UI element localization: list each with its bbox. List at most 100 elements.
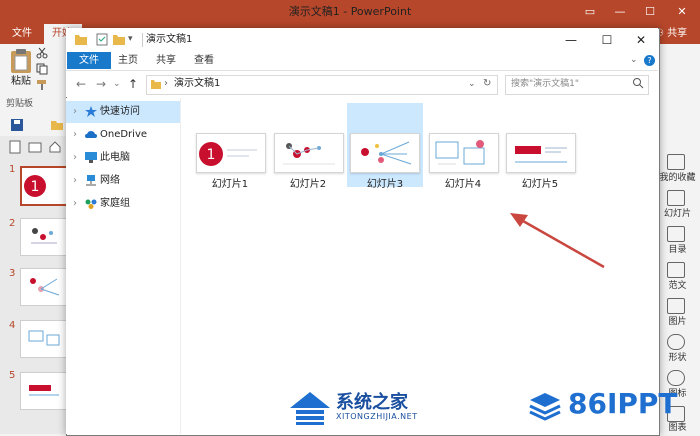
file-name: 幻灯片1 <box>211 179 249 190</box>
open-folder-icon[interactable] <box>50 118 64 132</box>
up-arrow-icon[interactable]: ↑ <box>128 71 138 97</box>
ribbon-expand-icon[interactable]: ⌄ <box>630 52 642 69</box>
file-item-slide-1[interactable]: 1 幻灯片1 <box>193 103 267 190</box>
outline-view-icon[interactable] <box>8 140 22 160</box>
expand-chevron-icon[interactable]: › <box>73 101 77 123</box>
ppt-close-button[interactable]: ✕ <box>667 0 697 24</box>
slides-icon[interactable] <box>667 190 685 206</box>
cut-icon[interactable] <box>36 47 48 59</box>
copy-icon[interactable] <box>36 63 48 75</box>
pane-item-templates[interactable]: 范文 <box>655 278 700 291</box>
address-dropdown-icon[interactable]: ⌄ <box>468 75 476 93</box>
annotation-arrow <box>510 213 605 269</box>
nav-item-network[interactable]: › 网络 <box>66 170 180 192</box>
new-folder-icon[interactable] <box>112 33 126 46</box>
nav-label: OneDrive <box>100 129 148 140</box>
file-name: 幻灯片2 <box>289 179 327 190</box>
explorer-close-button[interactable]: ✕ <box>624 28 658 52</box>
expand-chevron-icon[interactable]: › <box>73 124 77 146</box>
slide-number: 3 <box>9 268 16 279</box>
expand-chevron-icon[interactable]: › <box>73 147 77 169</box>
properties-icon[interactable] <box>96 33 108 46</box>
slide-thumbnail-1[interactable]: 1 <box>20 166 70 206</box>
watermark-86ippt: 86IPPT <box>528 385 698 425</box>
customize-toolbar-icon[interactable]: ▾ <box>128 33 138 46</box>
ppt-maximize-button[interactable]: ☐ <box>635 0 665 24</box>
explorer-tab-view[interactable]: 查看 <box>194 52 214 69</box>
pin-icon <box>85 106 97 117</box>
breadcrumb-chevron-icon[interactable]: › <box>164 75 168 93</box>
template-icon[interactable] <box>667 262 685 278</box>
explorer-tab-file[interactable]: 文件 <box>67 52 111 69</box>
shape-icon[interactable] <box>667 334 685 350</box>
format-painter-icon[interactable] <box>36 79 48 91</box>
nav-item-homegroup[interactable]: › 家庭组 <box>66 193 180 215</box>
refresh-icon[interactable] <box>667 370 685 386</box>
file-thumbnail <box>429 133 499 173</box>
save-icon[interactable] <box>10 118 24 132</box>
search-placeholder: 搜索"演示文稿1" <box>511 79 580 89</box>
explorer-tab-home[interactable]: 主页 <box>118 52 138 69</box>
toc-icon[interactable] <box>667 226 685 242</box>
file-thumbnail <box>506 133 576 173</box>
monitor-icon <box>85 152 97 163</box>
address-path[interactable]: 演示文稿1 <box>174 75 220 93</box>
file-thumbnail <box>274 133 344 173</box>
pane-item-pictures[interactable]: 图片 <box>655 314 700 327</box>
nav-item-onedrive[interactable]: › OneDrive <box>66 124 180 146</box>
nav-item-quick-access[interactable]: › 快速访问 <box>66 101 180 123</box>
file-thumbnail <box>350 133 420 173</box>
svg-text:1: 1 <box>31 179 40 195</box>
explorer-maximize-button[interactable]: ☐ <box>590 28 624 52</box>
ppt-ribbon-display-icon[interactable]: ▭ <box>575 0 605 24</box>
file-item-slide-2[interactable]: 幻灯片2 <box>271 103 345 190</box>
slide-thumbnail-5[interactable] <box>20 372 68 410</box>
pane-item-favorites[interactable]: 我的收藏 <box>655 170 700 183</box>
file-item-slide-5[interactable]: 幻灯片5 <box>503 103 577 190</box>
expand-chevron-icon[interactable]: › <box>73 170 77 192</box>
search-icon[interactable] <box>632 77 644 89</box>
favorites-icon[interactable] <box>667 154 685 170</box>
file-name: 幻灯片3 <box>366 179 404 190</box>
nav-label: 家庭组 <box>100 198 130 209</box>
watermark-xitongzhijia: 系统之家 XITONGZHIJIA.NET <box>288 386 448 430</box>
cloud-icon <box>85 131 97 138</box>
nav-item-this-pc[interactable]: › 此电脑 <box>66 147 180 169</box>
slide-number: 1 <box>9 164 16 175</box>
watermark1-name: 系统之家 <box>336 392 408 413</box>
file-item-slide-4[interactable]: 幻灯片4 <box>426 103 500 190</box>
slide-thumbnail-3[interactable] <box>20 268 68 306</box>
explorer-tab-share[interactable]: 共享 <box>156 52 176 69</box>
slide-number: 4 <box>9 320 16 331</box>
back-arrow-icon[interactable]: ← <box>76 71 86 97</box>
recent-locations-icon[interactable]: ⌄ <box>113 71 121 97</box>
homegroup-icon <box>85 199 97 209</box>
home-view-icon[interactable] <box>48 140 62 160</box>
stack-logo-icon <box>529 393 561 421</box>
address-folder-icon <box>150 78 162 90</box>
ppt-file-tab[interactable]: 文件 <box>0 24 44 44</box>
file-item-slide-3[interactable]: 幻灯片3 <box>347 103 423 190</box>
title-divider <box>142 33 143 47</box>
help-icon[interactable]: ? <box>644 55 655 66</box>
forward-arrow-icon[interactable]: → <box>96 71 106 97</box>
explorer-window-title: 演示文稿1 <box>146 34 193 45</box>
watermark2-name: 86IPPT <box>568 387 678 420</box>
slide-thumbnail-2[interactable] <box>20 218 68 256</box>
explorer-minimize-button[interactable]: — <box>554 28 588 52</box>
expand-chevron-icon[interactable]: › <box>73 193 77 215</box>
folder-icon <box>74 33 88 46</box>
file-name: 幻灯片4 <box>444 179 482 190</box>
slide-number: 5 <box>9 370 16 381</box>
file-thumbnail: 1 <box>196 133 266 173</box>
pane-item-toc[interactable]: 目录 <box>655 242 700 255</box>
ppt-share-button[interactable]: ⚇ 共享 <box>655 24 700 44</box>
picture-icon[interactable] <box>667 298 685 314</box>
pane-item-shapes[interactable]: 形状 <box>655 350 700 363</box>
refresh-icon[interactable]: ↻ <box>483 75 491 93</box>
watermark1-url: XITONGZHIJIA.NET <box>336 412 418 421</box>
slide-view-icon[interactable] <box>28 140 42 160</box>
pane-item-slides[interactable]: 幻灯片 <box>655 206 700 219</box>
ppt-minimize-button[interactable]: — <box>605 0 635 24</box>
slide-thumbnail-4[interactable] <box>20 320 68 358</box>
